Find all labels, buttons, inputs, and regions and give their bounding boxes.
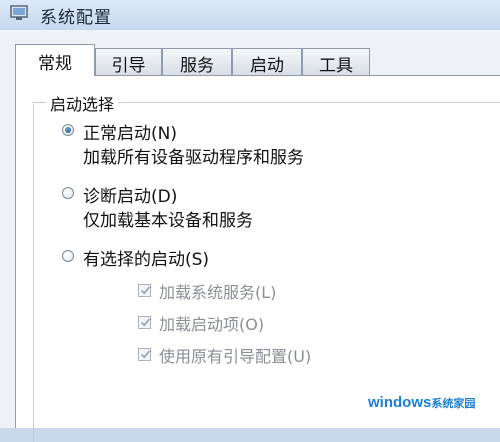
watermark: windows系统家园 xyxy=(368,384,500,428)
tab-services[interactable]: 服务 xyxy=(162,48,232,76)
radio-label: 有选择的启动(S) xyxy=(83,250,210,270)
checkbox-label: 使用原有引导配置(U) xyxy=(159,347,312,366)
checkbox[interactable] xyxy=(138,348,151,361)
title-bar[interactable]: 系统配置 xyxy=(0,0,500,30)
radio-label: 正常启动(N) xyxy=(83,124,177,144)
tab-general[interactable]: 常规 xyxy=(15,44,95,76)
radio-description: 加载所有设备驱动程序和服务 xyxy=(83,148,304,168)
checkbox[interactable] xyxy=(138,284,151,297)
radio-button[interactable] xyxy=(62,124,74,136)
tab-label: 常规 xyxy=(38,54,72,74)
tab-label: 工具 xyxy=(319,56,353,76)
checkbox[interactable] xyxy=(138,316,151,329)
checkmark-icon xyxy=(140,350,151,359)
watermark-brand: windows xyxy=(368,394,432,411)
tab-content-general: 启动选择 正常启动(N) 加载所有设备驱动程序和服务 诊断启动(D) 仅加载基本… xyxy=(15,75,500,442)
tab-tools[interactable]: 工具 xyxy=(302,48,370,76)
group-legend: 启动选择 xyxy=(46,91,119,115)
checkmark-icon xyxy=(140,318,151,327)
window-title: 系统配置 xyxy=(40,8,112,28)
radio-description: 仅加载基本设备和服务 xyxy=(83,211,253,231)
tab-label: 启动 xyxy=(250,56,284,76)
radio-button[interactable] xyxy=(62,250,74,262)
tab-label: 服务 xyxy=(180,56,214,76)
radio-label: 诊断启动(D) xyxy=(83,187,178,207)
watermark-text: windows系统家园 xyxy=(368,394,475,411)
checkbox-label: 加载启动项(O) xyxy=(159,315,265,334)
system-config-icon xyxy=(10,5,28,21)
tab-label: 引导 xyxy=(111,56,146,76)
tab-boot[interactable]: 引导 xyxy=(95,48,162,76)
tab-startup[interactable]: 启动 xyxy=(232,48,302,76)
checkmark-icon xyxy=(140,286,151,295)
watermark-suffix: 系统家园 xyxy=(431,398,476,410)
checkbox-label: 加载系统服务(L) xyxy=(159,283,277,302)
dialog-body: 常规 引导 服务 启动 工具 启动选择 正常启动(N) 加载所有设备驱动程序和服… xyxy=(0,30,500,442)
radio-button[interactable] xyxy=(62,187,74,199)
